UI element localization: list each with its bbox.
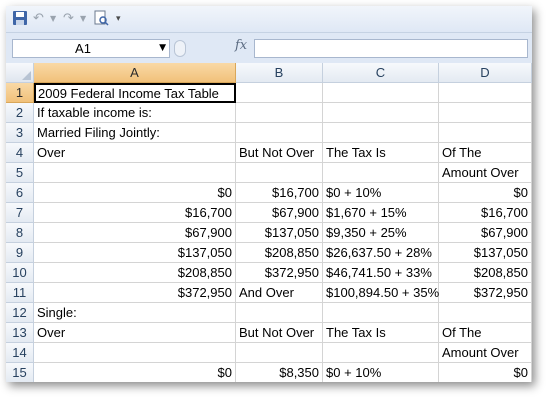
cell-b3[interactable] bbox=[236, 123, 323, 143]
cell-c5[interactable] bbox=[323, 163, 439, 183]
formula-bar-resize-handle[interactable] bbox=[174, 40, 186, 57]
cell-a5[interactable] bbox=[34, 163, 236, 183]
chevron-down-icon[interactable]: ▼ bbox=[159, 40, 166, 57]
cell-a3[interactable]: Married Filing Jointly: bbox=[34, 123, 236, 143]
cell-b15[interactable]: $8,350 bbox=[236, 363, 323, 382]
customize-toolbar-icon[interactable]: ▾ bbox=[116, 10, 121, 28]
row-header-9[interactable]: 9 bbox=[6, 243, 34, 263]
cell-a14[interactable] bbox=[34, 343, 236, 363]
cell-a8[interactable]: $67,900 bbox=[34, 223, 236, 243]
cell-b13[interactable]: But Not Over bbox=[236, 323, 323, 343]
cell-d1[interactable] bbox=[439, 83, 532, 103]
cell-d6[interactable]: $0 bbox=[439, 183, 532, 203]
cell-c6[interactable]: $0 + 10% bbox=[323, 183, 439, 203]
row-header-15[interactable]: 15 bbox=[6, 363, 34, 382]
cell-c2[interactable] bbox=[323, 103, 439, 123]
cell-a9[interactable]: $137,050 bbox=[34, 243, 236, 263]
print-preview-icon[interactable] bbox=[93, 10, 109, 28]
chevron-down-icon[interactable]: ▼ bbox=[80, 10, 86, 28]
cell-d15[interactable]: $0 bbox=[439, 363, 532, 382]
quick-access-toolbar: ↶ ▼ ↷ ▼ ▾ bbox=[6, 6, 532, 32]
cell-b2[interactable] bbox=[236, 103, 323, 123]
cell-a12[interactable]: Single: bbox=[34, 303, 236, 323]
formula-input[interactable] bbox=[254, 39, 528, 58]
redo-icon[interactable]: ↷ bbox=[63, 10, 74, 28]
row-header-3[interactable]: 3 bbox=[6, 123, 34, 143]
cell-b1[interactable] bbox=[236, 83, 323, 103]
cell-b7[interactable]: $67,900 bbox=[236, 203, 323, 223]
cell-c1[interactable] bbox=[323, 83, 439, 103]
cell-a1[interactable]: 2009 Federal Income Tax Table bbox=[34, 83, 236, 103]
cell-a2[interactable]: If taxable income is: bbox=[34, 103, 236, 123]
save-icon[interactable] bbox=[12, 10, 28, 28]
cell-d10[interactable]: $208,850 bbox=[439, 263, 532, 283]
column-header-b[interactable]: B bbox=[236, 63, 323, 83]
name-box-value: A1 bbox=[75, 41, 91, 56]
cell-c14[interactable] bbox=[323, 343, 439, 363]
cell-c13[interactable]: The Tax Is bbox=[323, 323, 439, 343]
cell-c8[interactable]: $9,350 + 25% bbox=[323, 223, 439, 243]
row-header-1[interactable]: 1 bbox=[6, 83, 34, 103]
cell-b6[interactable]: $16,700 bbox=[236, 183, 323, 203]
cell-c11[interactable]: $100,894.50 + 35% bbox=[323, 283, 439, 303]
row-header-10[interactable]: 10 bbox=[6, 263, 34, 283]
row-header-8[interactable]: 8 bbox=[6, 223, 34, 243]
cell-d13[interactable]: Of The bbox=[439, 323, 532, 343]
cell-c15[interactable]: $0 + 10% bbox=[323, 363, 439, 382]
formula-bar: A1 ▼ fx bbox=[6, 32, 532, 63]
cell-b4[interactable]: But Not Over bbox=[236, 143, 323, 163]
cell-d3[interactable] bbox=[439, 123, 532, 143]
select-all-button[interactable] bbox=[6, 63, 34, 83]
cell-a6[interactable]: $0 bbox=[34, 183, 236, 203]
row-header-2[interactable]: 2 bbox=[6, 103, 34, 123]
cell-a7[interactable]: $16,700 bbox=[34, 203, 236, 223]
row-header-5[interactable]: 5 bbox=[6, 163, 34, 183]
cell-d14[interactable]: Amount Over bbox=[439, 343, 532, 363]
cell-c3[interactable] bbox=[323, 123, 439, 143]
cell-b9[interactable]: $208,850 bbox=[236, 243, 323, 263]
row-header-7[interactable]: 7 bbox=[6, 203, 34, 223]
function-icon[interactable]: fx bbox=[235, 38, 247, 53]
cell-c12[interactable] bbox=[323, 303, 439, 323]
cell-d12[interactable] bbox=[439, 303, 532, 323]
row-header-6[interactable]: 6 bbox=[6, 183, 34, 203]
cell-a11[interactable]: $372,950 bbox=[34, 283, 236, 303]
chevron-down-icon[interactable]: ▼ bbox=[50, 10, 56, 28]
cell-d4[interactable]: Of The bbox=[439, 143, 532, 163]
cell-d11[interactable]: $372,950 bbox=[439, 283, 532, 303]
column-header-c[interactable]: C bbox=[323, 63, 439, 83]
undo-icon[interactable]: ↶ bbox=[33, 10, 44, 28]
cell-c4[interactable]: The Tax Is bbox=[323, 143, 439, 163]
cell-c9[interactable]: $26,637.50 + 28% bbox=[323, 243, 439, 263]
cell-b10[interactable]: $372,950 bbox=[236, 263, 323, 283]
cell-b11[interactable]: And Over bbox=[236, 283, 323, 303]
cell-c10[interactable]: $46,741.50 + 33% bbox=[323, 263, 439, 283]
cell-b14[interactable] bbox=[236, 343, 323, 363]
column-header-d[interactable]: D bbox=[439, 63, 532, 83]
cell-d8[interactable]: $67,900 bbox=[439, 223, 532, 243]
cell-d7[interactable]: $16,700 bbox=[439, 203, 532, 223]
cell-b12[interactable] bbox=[236, 303, 323, 323]
cell-d2[interactable] bbox=[439, 103, 532, 123]
row-header-14[interactable]: 14 bbox=[6, 343, 34, 363]
cell-a13[interactable]: Over bbox=[34, 323, 236, 343]
name-box[interactable]: A1 ▼ bbox=[12, 39, 170, 58]
cell-b8[interactable]: $137,050 bbox=[236, 223, 323, 243]
cell-c7[interactable]: $1,670 + 15% bbox=[323, 203, 439, 223]
row-header-13[interactable]: 13 bbox=[6, 323, 34, 343]
column-header-a[interactable]: A bbox=[34, 63, 236, 83]
cell-d5[interactable]: Amount Over bbox=[439, 163, 532, 183]
cell-a10[interactable]: $208,850 bbox=[34, 263, 236, 283]
cell-b5[interactable] bbox=[236, 163, 323, 183]
row-header-4[interactable]: 4 bbox=[6, 143, 34, 163]
cell-a15[interactable]: $0 bbox=[34, 363, 236, 382]
cell-d9[interactable]: $137,050 bbox=[439, 243, 532, 263]
excel-window: ↶ ▼ ↷ ▼ ▾ A1 ▼ fx A B C D 1 2009 Federal Inco… bbox=[6, 6, 532, 382]
cell-a4[interactable]: Over bbox=[34, 143, 236, 163]
row-header-12[interactable]: 12 bbox=[6, 303, 34, 323]
row-header-11[interactable]: 11 bbox=[6, 283, 34, 303]
